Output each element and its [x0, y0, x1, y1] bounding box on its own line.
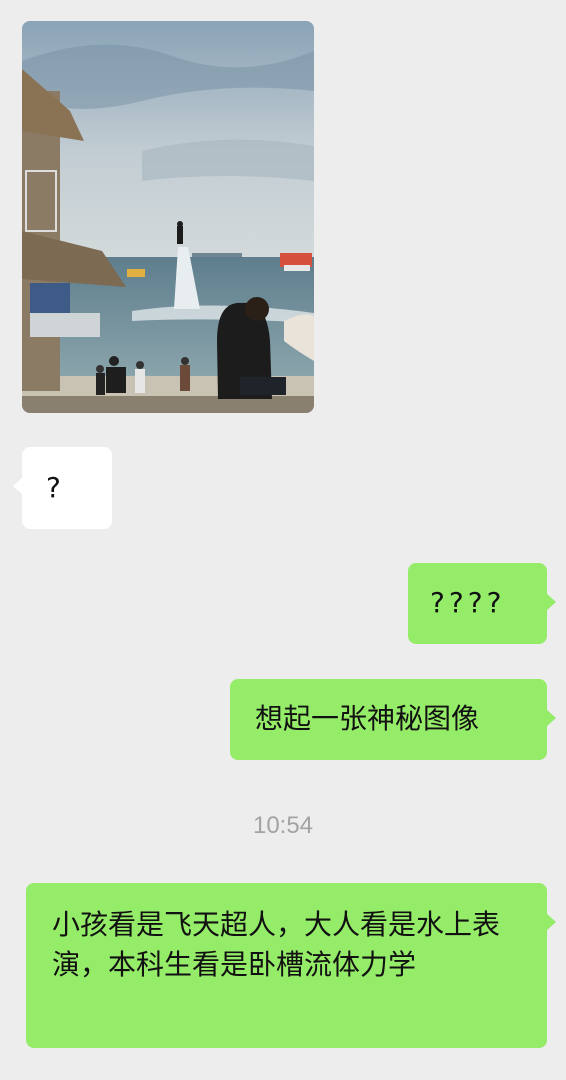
beach-photo — [22, 21, 314, 413]
outgoing-message-bubble[interactable]: ???? — [408, 563, 556, 644]
message-text: ???? — [430, 586, 506, 619]
incoming-message-bubble[interactable]: ? — [13, 447, 112, 529]
message-text: 想起一张神秘图像 — [255, 702, 480, 735]
message-timestamp: 10:54 — [252, 812, 314, 839]
message-text: 小孩看是飞天超人，大人看是水上表演，本科生看是卧槽流体力学 — [52, 908, 501, 981]
outgoing-message-bubble[interactable]: 想起一张神秘图像 — [230, 679, 556, 760]
message-text: ? — [46, 471, 61, 504]
chat-image-message[interactable] — [22, 21, 314, 413]
outgoing-message-bubble[interactable]: 小孩看是飞天超人，大人看是水上表演，本科生看是卧槽流体力学 — [26, 883, 556, 1048]
